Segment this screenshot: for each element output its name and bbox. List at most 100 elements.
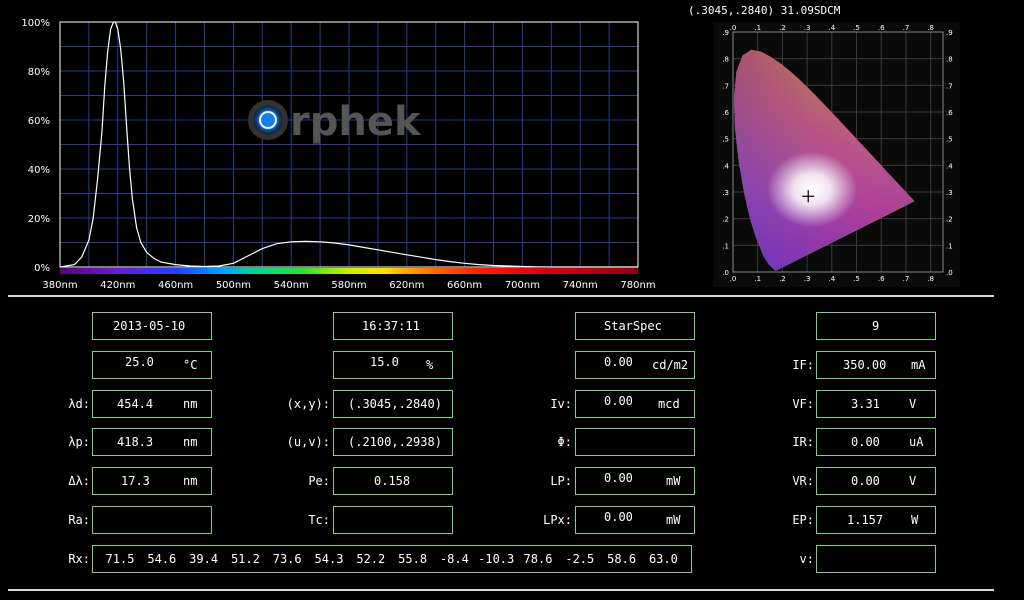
number-field: 9 — [816, 312, 936, 340]
peak-wavelength-unit: nm — [183, 435, 198, 449]
iv-unit: mcd — [658, 397, 680, 411]
x-tick-label: 460nm — [158, 280, 193, 291]
y-tick-label: 80% — [28, 67, 50, 78]
cie-y-tick-right: .2 — [946, 216, 953, 224]
delta-lambda-label: Δλ: — [68, 474, 90, 488]
x-tick-label: 700nm — [505, 280, 540, 291]
rx-value: -2.5 — [565, 552, 595, 566]
spectrum-chart: rphek 0% 20% 40% 60% 80% 100% 380nm 420nm 460nm 5… — [21, 18, 655, 291]
cie-x-tick-bottom: .2 — [779, 275, 786, 283]
x-tick-label: 580nm — [331, 280, 366, 291]
cie-y-tick-left: .6 — [722, 109, 729, 117]
rx-value: 71.5 — [105, 552, 135, 566]
cie-y-tick-right: .4 — [946, 162, 953, 170]
cie-y-tick-left: .8 — [722, 56, 729, 64]
ep-value: 1.157 — [847, 513, 884, 527]
cie-x-tick-bottom: .8 — [927, 275, 934, 283]
ep-label: EP: — [792, 513, 814, 527]
phi-field — [575, 428, 695, 456]
y-tick-label: 40% — [28, 165, 50, 176]
cie-y-tick-left: .9 — [722, 29, 729, 37]
ir-field: 0.00 uA — [816, 428, 936, 456]
cie-y-tick-right: .1 — [946, 242, 953, 250]
rx-value: 52.2 — [356, 552, 386, 566]
humidity-field: 15.0 % — [333, 351, 453, 379]
rx-value: 58.6 — [607, 552, 637, 566]
rx-values-field: 71.5 54.6 39.4 51.2 73.6 54.3 52.2 55.8 -8.4 -10.… — [92, 545, 692, 573]
luminance-value: 0.00 — [604, 355, 633, 369]
lp-power-value: 0.00 — [604, 471, 633, 485]
orphek-logo: rphek — [248, 99, 422, 145]
cie-x-tick-bottom: .0 — [730, 275, 737, 283]
cie-x-tick-bottom: .1 — [754, 275, 761, 283]
cie-x-tick-top: .0 — [730, 24, 737, 32]
vr-value: 0.00 — [851, 474, 880, 488]
xy-label: (x,y): — [286, 397, 330, 411]
ld-label: λd: — [68, 397, 90, 411]
cie-x-tick-bottom: .5 — [853, 275, 860, 283]
cie-x-tick-bottom: .7 — [903, 275, 910, 283]
xy-value: (.3045,.2840) — [348, 397, 442, 411]
x-tick-label: 380nm — [42, 280, 77, 291]
cie-y-tick-right: .9 — [946, 29, 953, 37]
half-width-unit: nm — [183, 474, 198, 488]
cie-y-tick-left: .5 — [722, 136, 729, 144]
vr-unit: V — [909, 474, 917, 488]
vr-label: VR: — [792, 474, 814, 488]
if-label: IF: — [792, 358, 814, 372]
cie-y-tick-left: .3 — [722, 189, 729, 197]
vf-label: VF: — [792, 397, 814, 411]
peak-wavelength-value: 418.3 — [117, 435, 154, 449]
cie-y-tick-left: .7 — [722, 82, 729, 90]
luminance-field: 0.00 cd/m2 — [575, 351, 695, 379]
time-field: 16:37:11 — [333, 312, 453, 340]
lp-power-label: LP: — [550, 474, 572, 488]
cie-y-tick-right: .3 — [946, 189, 953, 197]
spectrum-color-bar — [60, 268, 638, 274]
cie-x-tick-bottom: .3 — [804, 275, 811, 283]
rx-value: 78.6 — [523, 552, 553, 566]
cie-coordinates-header: (.3045,.2840) 31.09SDCM — [688, 4, 841, 17]
ra-field — [92, 506, 212, 534]
bottom-divider — [8, 589, 994, 591]
y-tick-label: 20% — [28, 214, 50, 225]
lpx-value: 0.00 — [604, 510, 633, 524]
lpx-unit: mW — [666, 513, 681, 527]
y-tick-label: 100% — [21, 18, 50, 29]
lpx-label: LPx: — [543, 513, 572, 527]
cie-y-tick-right: .7 — [946, 82, 953, 90]
ir-label: IR: — [792, 435, 814, 449]
rx-value: 63.0 — [648, 552, 678, 566]
rx-value: -10.3 — [478, 552, 515, 566]
cie-x-tick-top: .5 — [853, 24, 860, 32]
cie-y-tick-left: .4 — [722, 162, 729, 170]
cie-y-tick-right: .5 — [946, 136, 953, 144]
half-width-value: 17.3 — [121, 474, 150, 488]
logo-wordmark: rphek — [290, 99, 422, 145]
cie-chromaticity-diagram: .0.0.1.1.2.2.3.3.4.4.5.5.6.6.7.7.8.8.0.0… — [713, 22, 960, 287]
x-tick-label: 620nm — [389, 280, 424, 291]
ir-value: 0.00 — [851, 435, 880, 449]
rx-value: 54.3 — [314, 552, 344, 566]
ra-label: Ra: — [68, 513, 90, 527]
v-field — [816, 545, 936, 573]
rx-value: 55.8 — [398, 552, 428, 566]
cie-y-tick-left: .1 — [722, 242, 729, 250]
if-value: 350.00 — [843, 358, 887, 372]
rx-value: 54.6 — [147, 552, 177, 566]
temperature-value: 25.0 — [125, 355, 154, 369]
cie-x-tick-top: .1 — [754, 24, 761, 32]
phi-label: Φ: — [557, 435, 572, 449]
rx-value: 73.6 — [272, 552, 302, 566]
cie-y-tick-right: .8 — [946, 56, 953, 64]
cie-y-tick-right: .6 — [946, 109, 953, 117]
number-value: 9 — [872, 319, 880, 333]
instrument-value: StarSpec — [604, 319, 662, 333]
cie-x-tick-bottom: .6 — [878, 275, 885, 283]
cie-x-tick-top: .7 — [903, 24, 910, 32]
v-label: v: — [799, 552, 814, 566]
vf-unit: V — [909, 397, 917, 411]
cie-x-tick-top: .3 — [804, 24, 811, 32]
luminance-unit: cd/m2 — [652, 358, 689, 372]
cie-x-tick-top: .6 — [878, 24, 885, 32]
